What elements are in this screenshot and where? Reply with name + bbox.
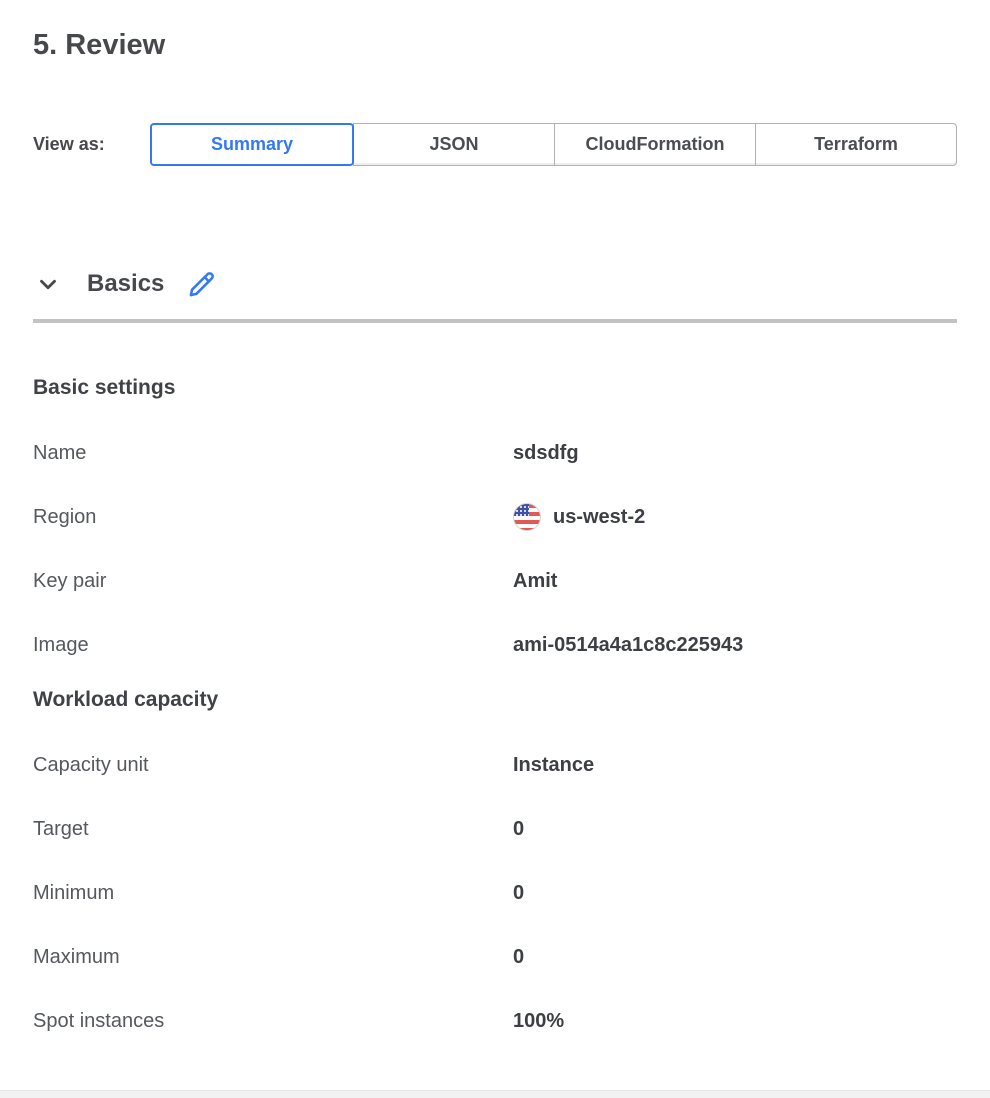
row-label: Key pair (33, 570, 513, 593)
row-label: Region (33, 506, 513, 529)
row-key-pair: Key pair Amit (33, 569, 957, 593)
tab-cloudformation[interactable]: CloudFormation (554, 123, 756, 166)
row-value: 0 (513, 818, 524, 841)
group-heading-workload-capacity: Workload capacity (33, 687, 957, 713)
row-minimum: Minimum 0 (33, 881, 957, 905)
tab-summary[interactable]: Summary (150, 123, 354, 166)
row-label: Name (33, 442, 513, 465)
row-value: Amit (513, 570, 557, 593)
row-value: 100% (513, 1010, 564, 1033)
row-maximum: Maximum 0 (33, 945, 957, 969)
row-image: Image ami-0514a4a1c8c225943 (33, 633, 957, 657)
row-capacity-unit: Capacity unit Instance (33, 753, 957, 777)
basics-section-title: Basics (87, 270, 164, 298)
row-value: 0 (513, 946, 524, 969)
section-divider (33, 319, 957, 323)
row-label: Image (33, 634, 513, 657)
row-spot-instances: Spot instances 100% (33, 1009, 957, 1033)
row-label: Maximum (33, 946, 513, 969)
us-flag-icon (513, 503, 541, 531)
row-label: Spot instances (33, 1010, 513, 1033)
row-label: Target (33, 818, 513, 841)
row-label: Capacity unit (33, 754, 513, 777)
row-label: Minimum (33, 882, 513, 905)
review-page: 5. Review View as: Summary JSON CloudFor… (0, 0, 990, 1098)
row-name: Name sdsdfg (33, 441, 957, 465)
row-value: us-west-2 (513, 503, 645, 531)
chevron-down-icon[interactable] (33, 269, 63, 299)
row-value: 0 (513, 882, 524, 905)
view-as-tab-group: Summary JSON CloudFormation Terraform (150, 123, 957, 166)
pencil-icon (187, 270, 216, 299)
group-heading-basic-settings: Basic settings (33, 375, 957, 401)
tab-json[interactable]: JSON (353, 123, 555, 166)
edit-basics-button[interactable] (186, 269, 216, 299)
page-title: 5. Review (33, 27, 957, 63)
view-as-label: View as: (33, 134, 150, 155)
row-value: Instance (513, 754, 594, 777)
row-target: Target 0 (33, 817, 957, 841)
tab-terraform[interactable]: Terraform (755, 123, 957, 166)
next-section-edge (0, 1090, 990, 1098)
row-region: Region us-west-2 (33, 505, 957, 529)
row-value: ami-0514a4a1c8c225943 (513, 634, 743, 657)
basics-section-header: Basics (33, 268, 957, 300)
view-as-row: View as: Summary JSON CloudFormation Ter… (33, 123, 957, 166)
row-value: sdsdfg (513, 442, 579, 465)
region-value: us-west-2 (553, 506, 645, 529)
